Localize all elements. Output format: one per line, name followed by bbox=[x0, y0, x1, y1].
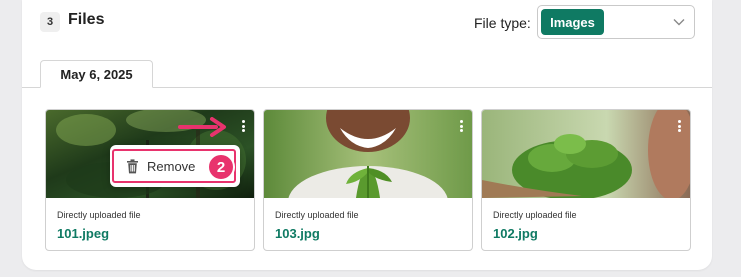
file-card[interactable]: Directly uploaded file 102.jpg bbox=[481, 109, 691, 251]
file-name-link[interactable]: 101.jpeg bbox=[57, 226, 109, 241]
file-type-label: File type: bbox=[474, 15, 531, 31]
trash-icon bbox=[127, 158, 138, 173]
pointer-arrow-icon bbox=[178, 117, 226, 137]
more-options-icon[interactable] bbox=[674, 118, 684, 134]
files-panel: 3 Files File type: Images May 6, 2025 Di… bbox=[22, 0, 712, 270]
tab-date[interactable]: May 6, 2025 bbox=[40, 60, 153, 88]
file-caption: Directly uploaded file bbox=[493, 210, 577, 220]
step-number-badge: 2 bbox=[207, 153, 235, 181]
file-type-select[interactable]: Images bbox=[537, 5, 695, 39]
file-caption: Directly uploaded file bbox=[57, 210, 141, 220]
file-name-link[interactable]: 102.jpg bbox=[493, 226, 538, 241]
more-options-icon[interactable] bbox=[238, 118, 248, 134]
file-type-selected-tag[interactable]: Images bbox=[541, 9, 604, 35]
file-count-badge: 3 bbox=[40, 12, 60, 32]
more-options-icon[interactable] bbox=[456, 118, 466, 134]
files-title: Files bbox=[68, 11, 105, 28]
smiling-person-with-seedling-image[interactable] bbox=[264, 110, 472, 198]
remove-label: Remove bbox=[147, 158, 196, 174]
plant-sprout-image[interactable] bbox=[482, 110, 690, 198]
file-card[interactable]: Directly uploaded file 103.jpg bbox=[263, 109, 473, 251]
file-caption: Directly uploaded file bbox=[275, 210, 359, 220]
file-name-link[interactable]: 103.jpg bbox=[275, 226, 320, 241]
chevron-down-icon[interactable] bbox=[672, 15, 686, 29]
